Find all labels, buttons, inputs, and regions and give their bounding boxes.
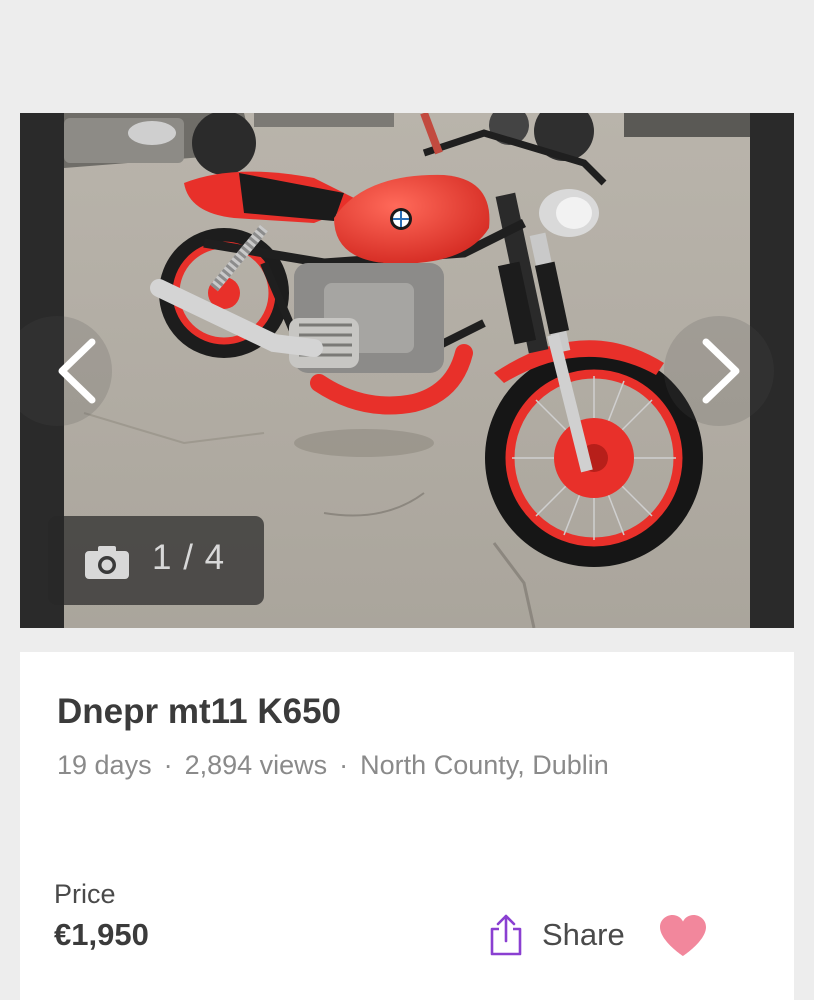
- previous-photo-button[interactable]: [20, 316, 112, 426]
- listing-location: North County, Dublin: [360, 750, 609, 780]
- price-label: Price: [54, 879, 116, 909]
- photo-counter: 1 / 4: [48, 516, 264, 605]
- heart-icon: [660, 915, 706, 956]
- meta-separator: ·: [339, 750, 349, 780]
- listing-age: 19 days: [57, 750, 152, 780]
- listing-views: 2,894 views: [184, 750, 328, 780]
- photo-counter-text: 1 / 4: [152, 538, 226, 577]
- listing-title: Dnepr mt11 K650: [57, 692, 342, 731]
- share-button[interactable]: Share: [488, 910, 625, 960]
- chevron-right-icon: [702, 338, 740, 404]
- camera-icon: [85, 546, 129, 579]
- meta-separator: ·: [163, 750, 173, 780]
- image-gallery[interactable]: 1 / 4: [20, 113, 794, 628]
- favourite-button[interactable]: [658, 914, 708, 963]
- listing-details-card: Dnepr mt11 K650 19 days · 2,894 views · Nort…: [20, 652, 794, 1000]
- listing-meta: 19 days · 2,894 views · North County, Dublin: [57, 750, 609, 781]
- next-photo-button[interactable]: [664, 316, 774, 426]
- share-label: Share: [542, 917, 625, 952]
- price-value: €1,950: [54, 917, 149, 952]
- chevron-left-icon: [58, 338, 96, 404]
- share-icon: [490, 914, 522, 956]
